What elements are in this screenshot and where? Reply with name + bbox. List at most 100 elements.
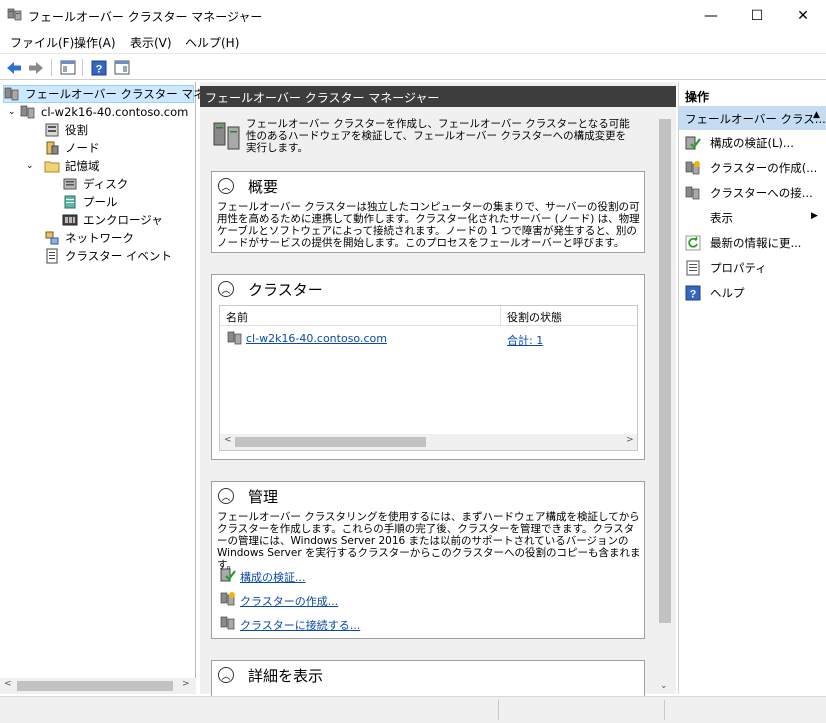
expand-chevron-icon[interactable]: ⌄ [26,161,44,171]
svg-text:?: ? [96,63,103,75]
management-text: フェールオーバー クラスタリングを使用するには、まずハードウェア構成を検証してか… [217,511,641,571]
connect-cluster-icon [220,616,235,630]
help-icon: ? [685,285,701,301]
tree-item-cluster[interactable]: ⌄ cl-w2k16-40.contoso.com [8,103,188,121]
minimize-button[interactable]: — [688,0,734,31]
tree-item-pools[interactable]: プール [62,193,118,211]
scroll-right-icon[interactable]: > [182,679,190,689]
more-info-panel: ︿ 詳細を表示 [211,660,645,700]
collapse-icon[interactable]: ︿ [218,178,234,194]
action-connect-cluster[interactable]: クラスターへの接... [679,180,826,205]
table-horizontal-scrollbar[interactable]: < > [220,434,637,450]
scroll-left-icon[interactable]: < [224,435,232,445]
table-header: 名前 役割の状態 [220,306,637,326]
menu-bar: ファイル(F) 操作(A) 表示(V) ヘルプ(H) [0,31,826,53]
action-refresh[interactable]: 最新の情報に更... [679,230,826,255]
status-divider [498,700,499,720]
status-bar [0,696,826,723]
tree-item-disks[interactable]: ディスク [62,175,128,193]
tree-label: ノード [65,141,100,155]
action-label: 最新の情報に更... [710,235,802,250]
menu-help[interactable]: ヘルプ(H) [185,34,239,51]
cluster-icon [20,104,36,120]
action-view[interactable]: 表示 ▶ [679,205,826,230]
tree-label: 記憶域 [65,159,100,173]
connect-cluster-link[interactable]: クラスターに接続する... [240,617,360,633]
tree-item-networks[interactable]: ネットワーク [44,229,134,247]
overview-text: フェールオーバー クラスターは独立したコンピューターの集まりで、サーバーの役割の… [217,201,640,249]
role-status-link[interactable]: 合計: 1 [507,332,543,348]
create-cluster-link[interactable]: クラスターの作成... [240,593,338,609]
network-icon [44,230,60,246]
actions-pane: 操作 フェールオーバー クラス... ▲ 構成の検証(L)... クラスターの作… [678,82,826,694]
roles-icon [44,122,60,138]
table-row[interactable]: cl-w2k16-40.contoso.com 合計: 1 [220,329,637,347]
menu-view[interactable]: 表示(V) [130,34,172,51]
collapse-icon[interactable]: ︿ [218,488,234,504]
scroll-thumb[interactable] [235,437,426,447]
disk-icon [62,176,78,192]
center-pane: フェールオーバー クラスター マネージャー フェールオーバー クラスターを作成し… [200,82,676,700]
action-properties[interactable]: プロパティ [679,255,826,280]
validate-configuration-link[interactable]: 構成の検証... [240,569,306,585]
menu-action[interactable]: 操作(A) [74,34,116,51]
actions-header: 操作 [685,90,710,104]
title-bar: フェールオーバー クラスター マネージャー — ☐ ✕ [0,0,826,31]
svg-text:?: ? [690,288,697,300]
action-help[interactable]: ? ヘルプ [679,280,826,305]
expand-chevron-icon[interactable]: ⌄ [8,107,20,117]
collapse-icon[interactable]: ︿ [218,281,234,297]
tree-item-storage[interactable]: ⌄ 記憶域 [26,157,100,175]
tree-label: クラスター イベント [65,249,172,263]
cluster-manager-icon [4,86,20,102]
tree-item-enclosures[interactable]: エンクロージャ [62,211,163,229]
collapse-icon[interactable]: ︿ [218,667,234,683]
scroll-left-icon[interactable]: < [4,679,12,689]
close-button[interactable]: ✕ [780,0,826,31]
column-header-name[interactable]: 名前 [226,309,248,325]
tree-item-root[interactable]: フェールオーバー クラスター マネージャー [3,85,250,103]
column-header-status[interactable]: 役割の状態 [507,309,562,325]
toolbar-separator [82,59,83,76]
back-arrow-icon[interactable] [4,58,24,77]
center-vertical-scrollbar[interactable]: ⌄ [656,107,674,694]
properties-icon [685,260,701,276]
create-cluster-icon [220,592,235,606]
clusters-table: 名前 役割の状態 cl-w2k16-40.contoso.com 合計: 1 <… [219,305,638,451]
validate-icon [685,135,701,151]
center-header: フェールオーバー クラスター マネージャー [200,86,676,107]
overview-panel: ︿ 概要 フェールオーバー クラスターは独立したコンピューターの集まりで、サーバ… [211,171,645,253]
tree-item-nodes[interactable]: ノード [44,139,100,157]
show-action-pane-icon[interactable] [112,58,132,77]
actions-list: 構成の検証(L)... クラスターの作成(... クラスターへの接... 表示 … [679,130,826,305]
show-hide-tree-icon[interactable] [58,58,78,77]
action-label: クラスターへの接... [710,185,813,200]
more-info-title: 詳細を表示 [248,667,324,685]
tree-label: プール [83,195,118,209]
toolbar-separator [51,59,52,76]
scroll-thumb[interactable] [659,119,671,623]
scroll-right-icon[interactable]: > [626,435,634,445]
cluster-name-link[interactable]: cl-w2k16-40.contoso.com [246,332,387,345]
action-create-cluster[interactable]: クラスターの作成(... [679,155,826,180]
tree-item-cluster-events[interactable]: クラスター イベント [44,247,172,265]
management-title: 管理 [248,488,279,506]
actions-section-label: フェールオーバー クラス... [685,112,826,126]
tree-item-roles[interactable]: 役割 [44,121,88,139]
refresh-icon [685,235,701,251]
actions-section-header[interactable]: フェールオーバー クラス... ▲ [679,106,826,130]
scroll-down-icon[interactable]: ⌄ [660,681,668,691]
action-validate-configuration[interactable]: 構成の検証(L)... [679,130,826,155]
forward-arrow-icon[interactable] [26,58,46,77]
help-icon[interactable]: ? [89,58,109,77]
create-cluster-icon [685,160,701,176]
tree-horizontal-scrollbar[interactable]: < > [0,678,196,694]
events-icon [44,248,60,264]
action-label: ヘルプ [710,285,745,300]
scroll-thumb[interactable] [17,681,173,691]
storage-folder-icon [44,158,60,174]
cluster-servers-icon [213,122,240,150]
menu-file[interactable]: ファイル(F) [10,34,74,51]
collapse-triangle-icon[interactable]: ▲ [813,110,820,120]
maximize-button[interactable]: ☐ [734,0,780,31]
